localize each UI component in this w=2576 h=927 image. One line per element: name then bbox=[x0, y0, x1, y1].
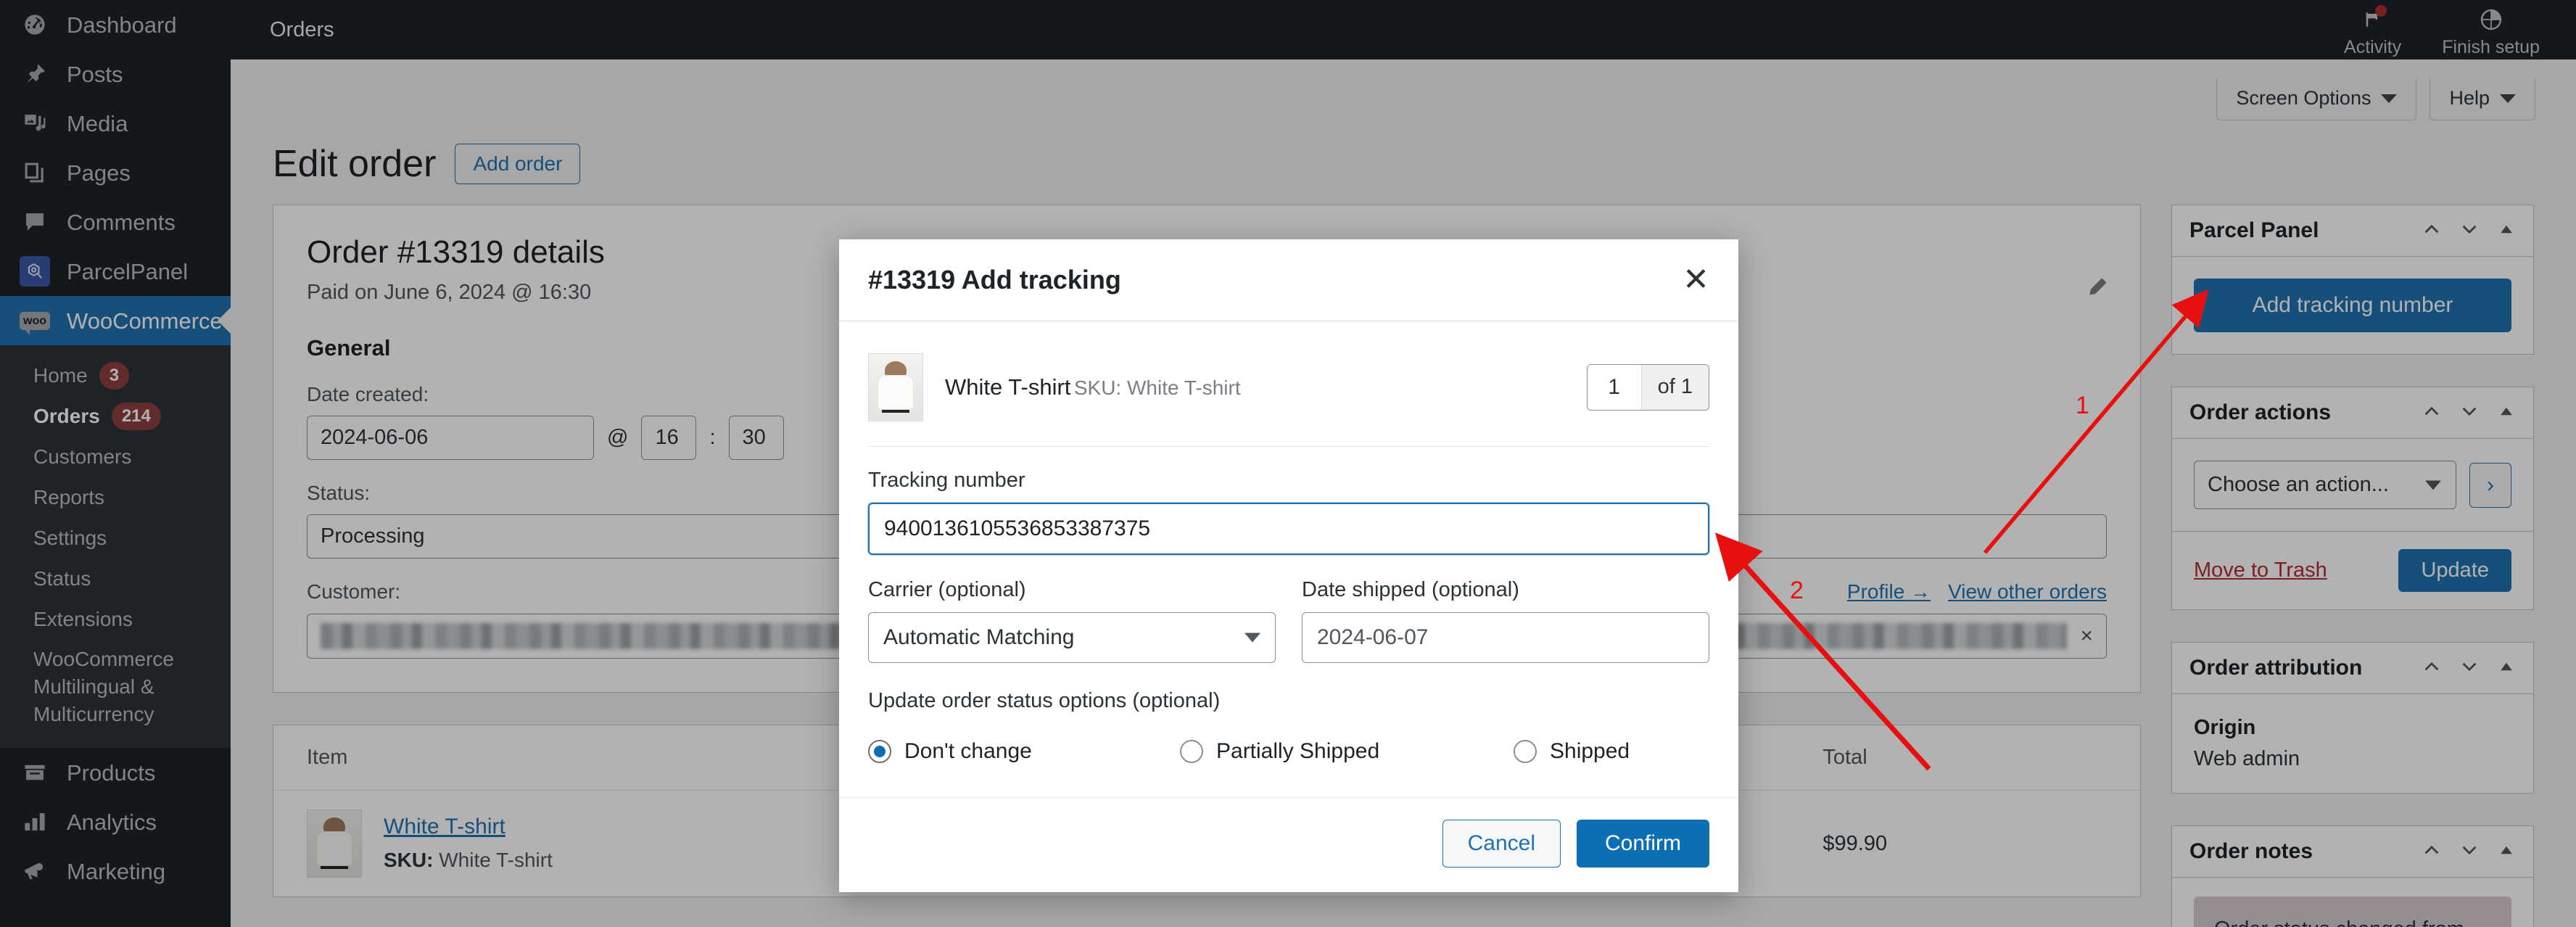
quantity-stepper[interactable]: 1 of 1 bbox=[1586, 364, 1709, 411]
screen-root: Dashboard Posts Media Pages Comments Par… bbox=[0, 0, 2576, 927]
carrier-selected-value: Automatic Matching bbox=[883, 625, 1075, 649]
carrier-and-date-row: Carrier (optional) Automatic Matching Da… bbox=[868, 555, 1709, 663]
tracking-number-label: Tracking number bbox=[868, 469, 1025, 492]
radio-dot-icon bbox=[868, 740, 891, 763]
modal-title: #13319 Add tracking bbox=[868, 265, 1121, 294]
carrier-select[interactable]: Automatic Matching bbox=[868, 612, 1276, 663]
radio-shipped[interactable]: Shipped bbox=[1514, 739, 1630, 764]
radio-label: Partially Shipped bbox=[1216, 739, 1380, 763]
modal-footer: Cancel Confirm bbox=[839, 797, 1738, 892]
modal-body: White T-shirt SKU: White T-shirt 1 of 1 … bbox=[839, 321, 1738, 797]
tracking-number-input[interactable] bbox=[868, 503, 1709, 555]
modal-header: #13319 Add tracking ✕ bbox=[839, 239, 1738, 321]
modal-product-sku: SKU: White T-shirt bbox=[1073, 376, 1241, 399]
status-options-group: Update order status options (optional) D… bbox=[868, 663, 1709, 790]
modal-product-row: White T-shirt SKU: White T-shirt 1 of 1 bbox=[868, 346, 1709, 446]
date-shipped-field: Date shipped (optional) bbox=[1302, 578, 1709, 663]
cancel-button[interactable]: Cancel bbox=[1442, 820, 1561, 868]
add-tracking-modal: #13319 Add tracking ✕ White T-shirt SKU:… bbox=[839, 239, 1738, 892]
confirm-button[interactable]: Confirm bbox=[1576, 820, 1709, 868]
radio-dot-icon bbox=[1514, 740, 1537, 763]
carrier-label: Carrier (optional) bbox=[868, 578, 1026, 601]
radio-dot-icon bbox=[1180, 740, 1203, 763]
date-shipped-label: Date shipped (optional) bbox=[1302, 578, 1519, 601]
radio-dont-change[interactable]: Don't change bbox=[868, 739, 1180, 764]
modal-product-name: White T-shirt bbox=[945, 374, 1071, 400]
chevron-down-icon bbox=[1244, 633, 1260, 643]
radio-label: Shipped bbox=[1550, 739, 1630, 763]
tracking-number-field: Tracking number bbox=[868, 447, 1709, 555]
status-options-label: Update order status options (optional) bbox=[868, 689, 1221, 712]
radio-label: Don't change bbox=[904, 739, 1032, 763]
date-shipped-input[interactable] bbox=[1302, 612, 1709, 663]
product-thumbnail bbox=[868, 353, 923, 421]
radio-partially-shipped[interactable]: Partially Shipped bbox=[1180, 739, 1514, 764]
close-icon[interactable]: ✕ bbox=[1683, 264, 1709, 296]
carrier-field: Carrier (optional) Automatic Matching bbox=[868, 578, 1276, 663]
quantity-of-label: of 1 bbox=[1640, 365, 1709, 410]
quantity-value[interactable]: 1 bbox=[1587, 365, 1641, 410]
status-radio-row: Don't change Partially Shipped Shipped bbox=[868, 723, 1709, 790]
